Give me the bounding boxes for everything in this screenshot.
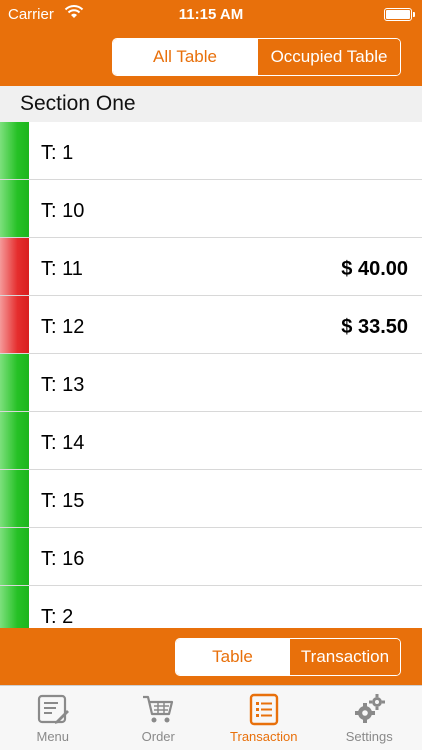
table-name: T: 12	[41, 316, 85, 338]
tab-settings[interactable]: Settings	[317, 686, 422, 750]
status-indicator	[0, 122, 29, 179]
tab-label: Order	[141, 729, 175, 744]
status-indicator	[0, 238, 29, 295]
table-name: T: 10	[41, 200, 85, 222]
menu-icon	[37, 694, 69, 724]
toggle-transaction[interactable]: Transaction	[289, 639, 400, 675]
status-indicator	[0, 412, 29, 469]
table-filter-segmented: All Table Occupied Table	[112, 38, 401, 76]
table-amount: $ 33.50	[341, 316, 408, 338]
tab-order[interactable]: Order	[106, 686, 212, 750]
table-row[interactable]: T: 15	[0, 470, 422, 528]
bottom-toolbar: Table Transaction	[0, 628, 422, 685]
status-indicator	[0, 180, 29, 237]
table-list[interactable]: T: 1 T: 10 T: 11 $ 40.00 T: 12 $ 33.50 T…	[0, 122, 422, 628]
toggle-table[interactable]: Table	[176, 639, 289, 675]
table-name: T: 16	[41, 548, 85, 570]
table-row[interactable]: T: 1	[0, 122, 422, 180]
table-row[interactable]: T: 14	[0, 412, 422, 470]
gears-icon	[355, 694, 386, 723]
tab-label: Transaction	[230, 729, 298, 744]
view-toggle-segmented: Table Transaction	[175, 638, 401, 676]
tab-label: Settings	[345, 729, 393, 744]
status-indicator	[0, 470, 29, 527]
table-row[interactable]: T: 10	[0, 180, 422, 238]
table-name: T: 13	[41, 374, 85, 396]
section-title: Section One	[20, 92, 136, 115]
table-row[interactable]: T: 13	[0, 354, 422, 412]
cart-icon	[143, 695, 174, 723]
table-name: T: 1	[41, 142, 74, 164]
table-row[interactable]: T: 2	[0, 586, 422, 628]
table-name: T: 15	[41, 490, 85, 512]
section-header: Section One	[0, 86, 422, 122]
status-indicator	[0, 296, 29, 353]
table-name: T: 14	[41, 432, 85, 454]
table-row[interactable]: T: 12 $ 33.50	[0, 296, 422, 354]
tab-menu[interactable]: Menu	[0, 686, 106, 750]
list-icon	[249, 693, 278, 726]
table-amount: $ 40.00	[341, 258, 408, 280]
tab-label: Menu	[36, 729, 70, 744]
status-time: 11:15 AM	[178, 6, 244, 23]
tab-transaction[interactable]: Transaction	[211, 686, 317, 750]
status-indicator	[0, 354, 29, 411]
filter-all-table[interactable]: All Table	[113, 39, 257, 75]
status-indicator	[0, 528, 29, 585]
table-name: T: 11	[41, 258, 83, 280]
tab-bar: Menu Order Transaction Settings	[0, 685, 422, 750]
table-row[interactable]: T: 16	[0, 528, 422, 586]
status-indicator	[0, 586, 29, 628]
table-name: T: 2	[41, 606, 74, 628]
status-bar: Carrier 11:15 AM	[0, 0, 422, 30]
battery-icon	[384, 8, 415, 21]
filter-occupied-table[interactable]: Occupied Table	[257, 39, 400, 75]
top-header: Carrier 11:15 AM All Table Occupied Tabl…	[0, 0, 422, 86]
table-row[interactable]: T: 11 $ 40.00	[0, 238, 422, 296]
